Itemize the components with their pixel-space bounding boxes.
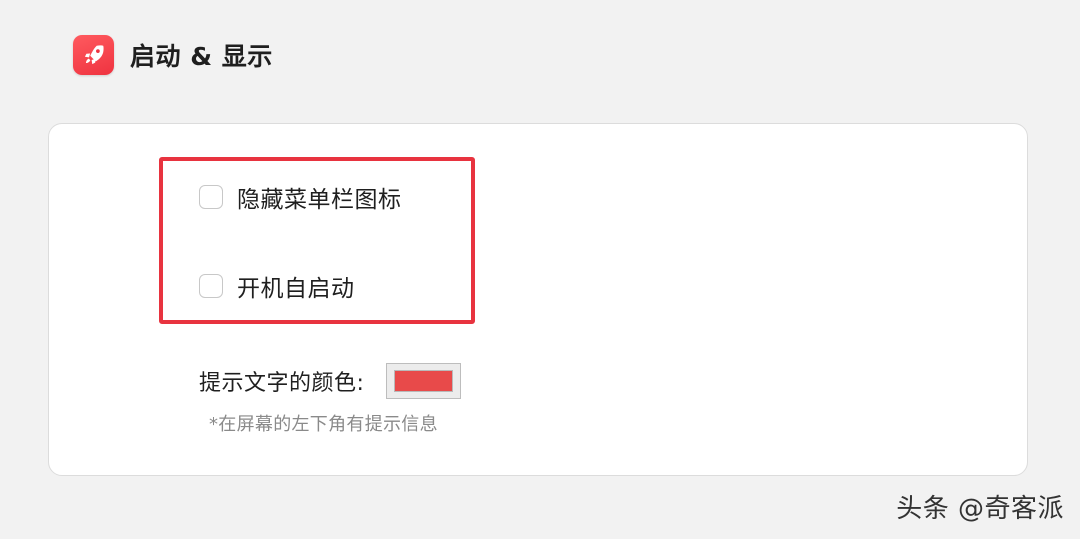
watermark: 头条 @奇客派	[896, 494, 1064, 524]
hide-menubar-icon-checkbox[interactable]	[199, 185, 223, 209]
launch-at-login-checkbox[interactable]	[199, 274, 223, 298]
option-label: 隐藏菜单栏图标	[237, 187, 402, 213]
option-hide-menubar-icon[interactable]: 隐藏菜单栏图标	[199, 181, 402, 213]
prompt-color-label: 提示文字的颜色:	[199, 371, 365, 396]
option-launch-at-login[interactable]: 开机自启动	[199, 270, 355, 302]
section-header: 启动 & 显示	[73, 35, 273, 75]
prompt-color-hint: *在屏幕的左下角有提示信息	[209, 414, 438, 435]
rocket-icon	[73, 35, 114, 75]
color-picker-button[interactable]	[386, 363, 462, 399]
section-title: 启动 & 显示	[130, 42, 273, 71]
prompt-color-row: 提示文字的颜色:	[199, 363, 462, 399]
color-swatch	[394, 370, 454, 392]
option-label: 开机自启动	[237, 276, 355, 302]
